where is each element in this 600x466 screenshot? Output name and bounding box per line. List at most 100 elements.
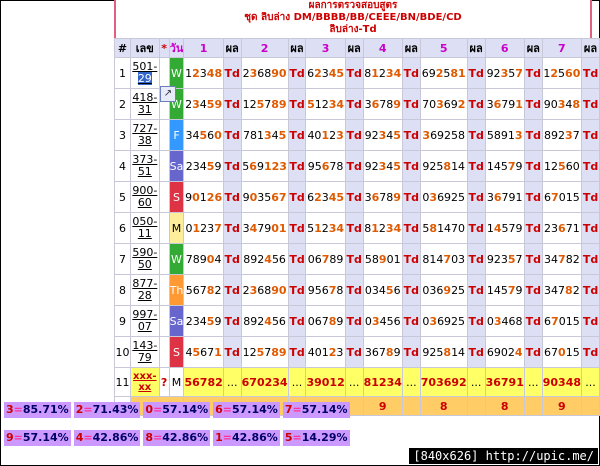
digit-group: 6	[544, 190, 552, 204]
digit-group: 925	[422, 159, 444, 173]
row-index: 1	[114, 57, 131, 89]
digit-group: 892	[544, 128, 566, 142]
row-cell-set-3: 62345	[305, 181, 346, 213]
row-index: 2	[114, 88, 131, 120]
row-cell-set-4: 58901	[362, 243, 403, 275]
row-number-link[interactable]: 877- 28	[129, 274, 160, 306]
row-cell-set-1: 23459	[183, 305, 224, 337]
digit-group: 3	[493, 314, 502, 328]
row-result-token: Td	[222, 336, 242, 368]
percent-value: 42.86%	[162, 431, 209, 444]
row-cell-set-7: 90348	[541, 88, 583, 120]
row-number-link[interactable]: 900- 60	[129, 181, 160, 213]
row-cell-set-6: 14579	[484, 212, 525, 244]
results-header: ผลการตรวจสอบสูตร ชุด ลิบล่าง DM/BBBB/BB/…	[114, 0, 592, 40]
percent-separator: =	[222, 403, 232, 416]
digit-group: 2	[378, 66, 386, 80]
digit-group: 3	[263, 128, 272, 142]
row-result-token: Td	[401, 336, 421, 368]
row-index: 10	[114, 336, 131, 368]
row-number-link[interactable]: 050- 11	[129, 212, 160, 244]
digit-group: 0	[364, 314, 372, 328]
digit-group: 5	[393, 128, 401, 142]
summary-value-2: 670234	[240, 367, 289, 397]
row-number-link[interactable]: 997- 07	[129, 305, 160, 337]
percent-value: 14.29%	[301, 431, 348, 444]
popout-icon[interactable]: ↗	[160, 86, 176, 102]
percent-value: 42.86%	[231, 431, 278, 444]
row-number-link[interactable]: 373- 51	[129, 150, 160, 182]
digit-group: 79	[501, 97, 516, 111]
percent-separator: =	[153, 431, 163, 444]
digit-group: 9	[214, 159, 222, 173]
row-result-token: Td	[222, 305, 242, 337]
percent-row-1-item: 7=57.14%	[282, 402, 350, 418]
digit-group: 45	[328, 66, 345, 80]
row-result-token: Td	[287, 119, 307, 151]
row-index: 8	[114, 274, 131, 306]
row-result-token: Td	[466, 150, 486, 182]
digit-group: 1	[321, 128, 330, 142]
col-header-set-2: 2	[240, 38, 289, 58]
row-result-token: Td	[523, 305, 543, 337]
digit-group: 5	[307, 97, 315, 111]
col-header-result: ผล	[344, 38, 364, 58]
percent-row-2-item: 8=42.86%	[143, 430, 211, 446]
digit-group: 9	[214, 314, 222, 328]
row-number-link[interactable]: 501- 29	[129, 57, 160, 89]
digit-group: 82	[565, 252, 580, 266]
summary-number[interactable]: xxx-xx	[129, 367, 160, 397]
digit-group: 68	[257, 66, 272, 80]
digit-group: 8	[385, 345, 394, 359]
row-star	[158, 150, 170, 182]
row-number-link[interactable]: 418- 31	[129, 88, 160, 120]
digit-group: 81	[450, 66, 466, 80]
percent-separator: =	[292, 431, 302, 444]
col-header-set-1: 1	[183, 38, 224, 58]
row-cell-set-7: 23671	[541, 212, 583, 244]
digit-group: 5	[558, 66, 566, 80]
summary-day: M	[168, 367, 185, 397]
digit-group: 923	[486, 252, 508, 266]
digit-group: 347	[544, 283, 566, 297]
percent-row-1: 3=85.71% 2=71.43% 0=57.14% 6=57.14% 7=57.14%	[4, 402, 350, 418]
table-row: 7 590- 50 W 78904 Td 892456 Td 06789 Td 58901 Td 814…	[114, 243, 600, 275]
digit-group: 6	[393, 283, 401, 297]
row-result-token: Td	[466, 119, 486, 151]
summary-ellipsis: ...	[401, 367, 421, 397]
digit-group: 67	[200, 345, 215, 359]
digit-group: 9	[256, 159, 264, 173]
table-row: 4 373- 51 Sa 23459 Td 569123 Td 95678 Td 92345 Td 92…	[114, 150, 600, 182]
table-row: 10 143- 79 S 45671 Td 125789 Td 40123 Td 36789 Td 92…	[114, 336, 600, 368]
row-result-token: Td	[287, 212, 307, 244]
row-number-link[interactable]: 143- 79	[129, 336, 160, 368]
digit-group: 123	[263, 159, 287, 173]
row-star	[158, 336, 170, 368]
digit-group: 95	[307, 159, 322, 173]
percent-value: 42.86%	[92, 431, 139, 444]
row-result-token: Td	[581, 181, 600, 213]
row-number-link[interactable]: 727- 38	[129, 119, 160, 151]
row-number-link[interactable]: 590- 50	[129, 243, 160, 275]
row-result-token: Td	[287, 57, 307, 89]
row-result-token: Td	[401, 181, 421, 213]
digit-group: 6925	[437, 190, 466, 204]
digit-group: 0	[558, 345, 566, 359]
digit-group: 234	[185, 159, 207, 173]
percent-digit: 3	[6, 403, 14, 416]
digit-group: 5	[192, 345, 201, 359]
percent-row-2-item: 9=57.14%	[4, 430, 71, 446]
row-day-badge: Sa	[168, 305, 185, 337]
digit-group: 58	[364, 252, 379, 266]
digit-group: 4	[493, 221, 502, 235]
row-result-token: Td	[222, 243, 242, 275]
digit-group: 71	[565, 221, 580, 235]
digit-group: 9	[443, 283, 452, 297]
row-result-token: Td	[344, 274, 364, 306]
row-result-token: Td	[344, 243, 364, 275]
digit-group: 12	[314, 97, 329, 111]
col-header-result: ผล	[466, 38, 486, 58]
row-cell-set-6: 92357	[484, 57, 525, 89]
row-result-token: Td	[344, 305, 364, 337]
col-header-result: ผล	[401, 38, 421, 58]
